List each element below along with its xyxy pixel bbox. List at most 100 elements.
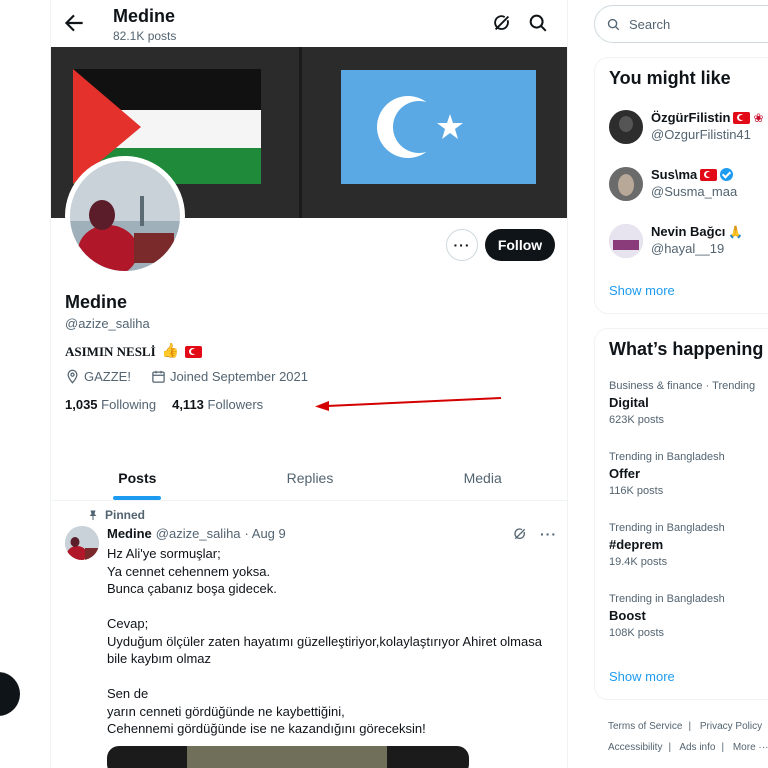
floating-action-button[interactable]	[0, 672, 20, 716]
trend-post-count: 108K posts	[609, 627, 665, 639]
profile-joined-date: Joined September 2021	[169, 369, 308, 384]
tab-replies[interactable]: Replies	[224, 456, 397, 500]
following-label: Following	[101, 397, 157, 412]
you-might-like-card: You might like ÖzgürFilistin ❀ @OzgurFil…	[594, 57, 768, 314]
header-profile-name: Medine	[113, 6, 176, 26]
turkey-flag-icon	[700, 168, 718, 181]
trend-item[interactable]: Trending in Bangladesh Offer 116K posts	[609, 451, 725, 497]
footer-separator: |	[721, 742, 725, 753]
footer-separator: |	[668, 742, 672, 753]
search-icon[interactable]	[527, 12, 549, 34]
footer-separator: |	[688, 721, 692, 732]
suggested-user-handle: @hayal__19	[651, 241, 725, 256]
post-line: Uyduğum ölçüler zaten hayatımı güzelleşt…	[107, 633, 542, 667]
suggested-user[interactable]: Sus\ma @Susma_maa	[609, 167, 737, 201]
profile-handle: @azize_saliha	[65, 316, 150, 331]
show-more-link[interactable]: Show more	[609, 669, 675, 684]
you-might-like-title: You might like	[609, 68, 731, 88]
trend-post-count: 116K posts	[609, 485, 664, 497]
praying-hands-emoji-icon: 🙏	[728, 224, 744, 239]
post-date[interactable]: · Aug 9	[245, 526, 286, 541]
trend-context: Trending in Bangladesh	[609, 451, 725, 463]
post-line: Cehennemi gördüğünde ise ne kazandığını …	[107, 721, 426, 736]
post-line: Bunca çabanız boşa gidecek.	[107, 581, 277, 596]
pinned-indicator: Pinned	[87, 508, 145, 522]
post-media-image[interactable]	[107, 746, 469, 768]
avatar	[609, 110, 643, 144]
trend-context: Trending in Bangladesh	[609, 522, 725, 534]
post-author-handle[interactable]: @azize_saliha	[156, 526, 241, 541]
avatar	[609, 167, 643, 201]
back-arrow-icon[interactable]	[61, 10, 87, 36]
accessibility-link[interactable]: Accessibility	[608, 742, 662, 753]
pinned-post[interactable]: Pinned Medine @azize_saliha · Aug 9 ··· …	[51, 502, 567, 768]
ads-info-link[interactable]: Ads info	[679, 742, 715, 753]
banner-divider	[299, 47, 302, 218]
tab-media[interactable]: Media	[396, 456, 567, 500]
pinned-label: Pinned	[105, 508, 146, 522]
suggested-user[interactable]: ÖzgürFilistin ❀ @OzgurFilistin41	[609, 110, 764, 144]
avatar-photo-small	[65, 526, 99, 560]
following-count: 1,035	[65, 397, 98, 412]
calendar-icon	[152, 370, 165, 383]
suggested-user-name-row: Sus\ma	[651, 167, 737, 182]
suggested-user-handle: @Susma_maa	[651, 184, 738, 199]
tab-posts[interactable]: Posts	[51, 456, 224, 500]
turkey-flag-icon	[733, 111, 751, 124]
profile-location: GAZZE!	[84, 369, 131, 384]
search-icon	[607, 18, 620, 30]
suggested-user-handle: @OzgurFilistin41	[651, 127, 751, 142]
followers-link[interactable]: 4,113 Followers	[172, 397, 263, 412]
privacy-link[interactable]: Privacy Policy	[700, 721, 762, 732]
trend-item[interactable]: Trending in Bangladesh #deprem 19.4K pos…	[609, 522, 725, 568]
trend-item[interactable]: Business & finance · Trending Digital 62…	[609, 380, 755, 426]
profile-stats: 1,035 Following 4,113 Followers	[65, 397, 263, 412]
whats-happening-card: What’s happening Business & finance · Tr…	[594, 328, 768, 700]
post-line: yarın cenneti gördüğünde ne kaybettiğini…	[107, 703, 345, 719]
profile-meta: GAZZE! Joined September 2021	[65, 369, 308, 384]
profile-name: Medine	[65, 292, 128, 312]
show-more-link[interactable]: Show more	[609, 283, 675, 298]
terms-link[interactable]: Terms of Service	[608, 721, 682, 732]
trend-post-count: 623K posts	[609, 414, 665, 426]
rose-emoji-icon: ❀	[753, 110, 764, 125]
post-actions: ···	[512, 526, 557, 542]
more-options-button[interactable]: ···	[446, 229, 478, 261]
post-header: Medine @azize_saliha · Aug 9	[107, 526, 286, 541]
trend-item[interactable]: Trending in Bangladesh Boost 108K posts	[609, 593, 725, 639]
post-author-name[interactable]: Medine	[107, 526, 152, 541]
profile-tabs: Posts Replies Media	[51, 456, 567, 501]
trend-name: #deprem	[609, 537, 664, 552]
search-input[interactable]: Search	[629, 17, 670, 32]
post-more-icon[interactable]: ···	[540, 526, 557, 542]
location-pin-icon	[67, 369, 78, 384]
trend-name: Boost	[609, 608, 646, 623]
follow-button[interactable]: Follow	[485, 229, 555, 261]
trend-context: Business & finance · Trending	[609, 380, 756, 392]
more-link[interactable]: More ···	[733, 742, 768, 753]
avatar	[609, 224, 643, 258]
verified-badge-icon	[720, 168, 734, 181]
media-content	[187, 746, 387, 768]
grok-icon[interactable]	[512, 526, 528, 542]
profile-bio: ASIMIN NESLİ 👍	[65, 343, 203, 360]
post-line: Ya cennet cehennem yoksa.	[107, 563, 271, 579]
suggested-user-name: Nevin Bağcı	[651, 224, 726, 239]
header-post-count: 82.1K posts	[113, 29, 177, 43]
post-text: Hz Ali'ye sormuşlar; Ya cennet cehennem …	[107, 545, 557, 738]
post-line: Cevap;	[107, 616, 149, 631]
trend-name: Offer	[609, 466, 641, 481]
pin-icon	[89, 510, 97, 520]
profile-column: Medine 82.1K posts ··· Follow Medine @az…	[50, 0, 568, 768]
grok-icon[interactable]	[491, 12, 513, 34]
following-link[interactable]: 1,035 Following	[65, 397, 156, 412]
suggested-user[interactable]: Nevin Bağcı 🙏 @hayal__19	[609, 224, 743, 258]
search-box[interactable]: Search	[594, 5, 768, 43]
thumbs-up-emoji-icon: 👍	[161, 344, 180, 359]
trend-post-count: 19.4K posts	[609, 556, 668, 568]
suggested-user-name: Sus\ma	[651, 167, 698, 182]
whats-happening-title: What’s happening	[609, 339, 764, 359]
profile-avatar[interactable]	[65, 156, 185, 276]
post-author-avatar[interactable]	[65, 526, 99, 560]
suggested-user-name: ÖzgürFilistin	[651, 110, 731, 125]
